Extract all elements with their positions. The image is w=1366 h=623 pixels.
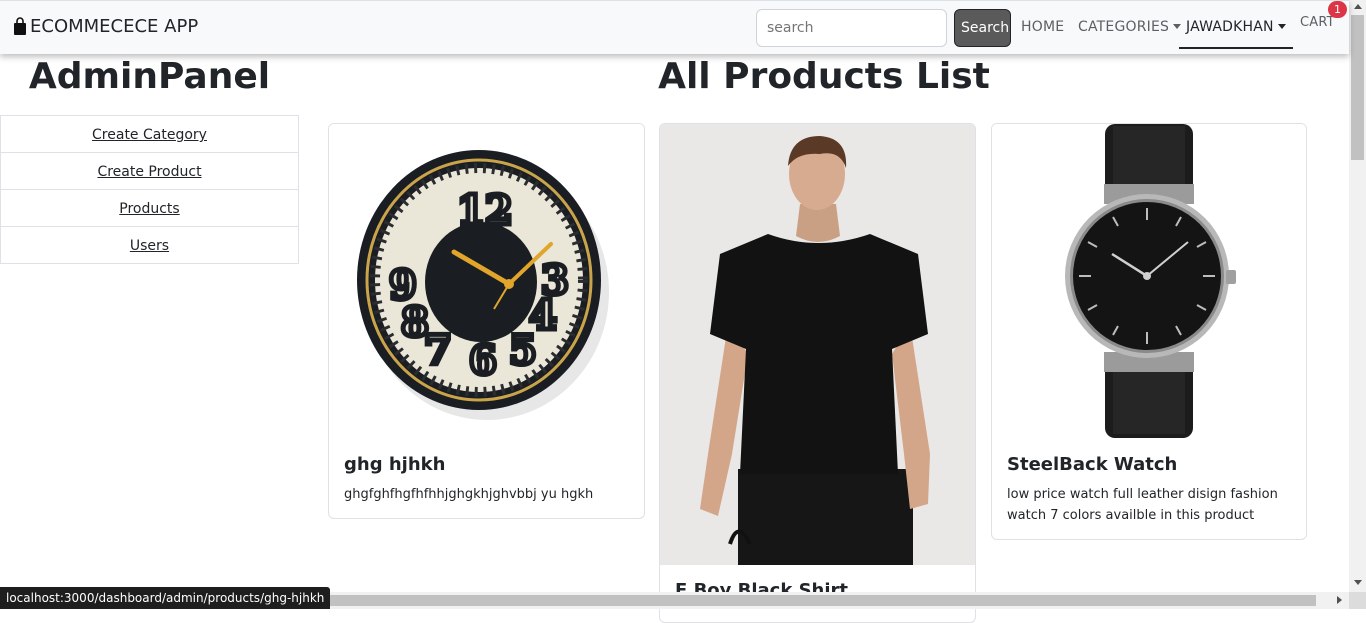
product-card[interactable]: 12 3 6 9 5 7 8 4 ghg hjhkh ghgfghfhgfhfh…: [328, 123, 645, 519]
brand-text: ECOMMECECE APP: [30, 15, 199, 37]
product-name: ghg hjhkh: [344, 454, 446, 475]
nav-categories-label: CATEGORIES: [1078, 19, 1170, 35]
nav-user-dropdown[interactable]: JAWADKHAN: [1179, 9, 1293, 49]
products-list-title: All Products List: [658, 56, 990, 97]
vertical-scroll-thumb[interactable]: [1351, 15, 1364, 160]
cart-count-badge: 1: [1328, 1, 1347, 18]
svg-text:4: 4: [529, 292, 557, 339]
menu-item-users[interactable]: Users: [0, 226, 299, 264]
admin-panel-title: AdminPanel: [28, 56, 271, 97]
search-input[interactable]: [756, 9, 947, 47]
svg-text:12: 12: [457, 187, 513, 234]
admin-menu: Create Category Create Product Products …: [0, 115, 299, 264]
wrist-watch-image: [992, 124, 1306, 442]
brand-link[interactable]: ECOMMECECE APP: [12, 15, 198, 37]
nav-home-link[interactable]: HOME: [1021, 19, 1064, 35]
search-button[interactable]: Search: [954, 9, 1011, 47]
nav-cart-link[interactable]: CART: [1300, 15, 1335, 30]
scroll-up-arrow-icon[interactable]: [1354, 4, 1362, 9]
menu-item-products[interactable]: Products: [0, 189, 299, 227]
svg-text:8: 8: [401, 299, 429, 346]
black-tshirt-model-image: [660, 124, 975, 565]
menu-item-create-product[interactable]: Create Product: [0, 152, 299, 190]
product-name: SteelBack Watch: [1007, 454, 1178, 475]
link-status-bar: localhost:3000/dashboard/admin/products/…: [0, 587, 331, 609]
vertical-scrollbar[interactable]: [1349, 0, 1366, 592]
horizontal-scroll-thumb[interactable]: [296, 595, 1316, 606]
product-description: ghgfghfhgfhfhhjghgkhjghvbbj yu hgkh: [344, 487, 594, 502]
scrollbar-corner: [1349, 592, 1366, 609]
nav-categories-dropdown[interactable]: CATEGORIES: [1078, 19, 1182, 35]
product-description: low price watch full leather disign fash…: [1007, 487, 1278, 523]
product-card[interactable]: F Boy Black Shirt: [659, 123, 976, 623]
scroll-right-arrow-icon[interactable]: [1337, 596, 1342, 604]
nav-user-label: JAWADKHAN: [1186, 19, 1274, 35]
scroll-down-arrow-icon[interactable]: [1354, 580, 1362, 585]
wall-clock-image: 12 3 6 9 5 7 8 4: [329, 124, 644, 434]
caret-down-icon: [1277, 24, 1286, 29]
menu-item-create-category[interactable]: Create Category: [0, 115, 299, 153]
navbar: ECOMMECECE APP Search HOME CATEGORIES JA…: [0, 0, 1349, 54]
shopping-bag-icon: [12, 15, 28, 37]
product-card[interactable]: SteelBack Watch low price watch full lea…: [991, 123, 1307, 540]
svg-text:6: 6: [469, 337, 497, 384]
